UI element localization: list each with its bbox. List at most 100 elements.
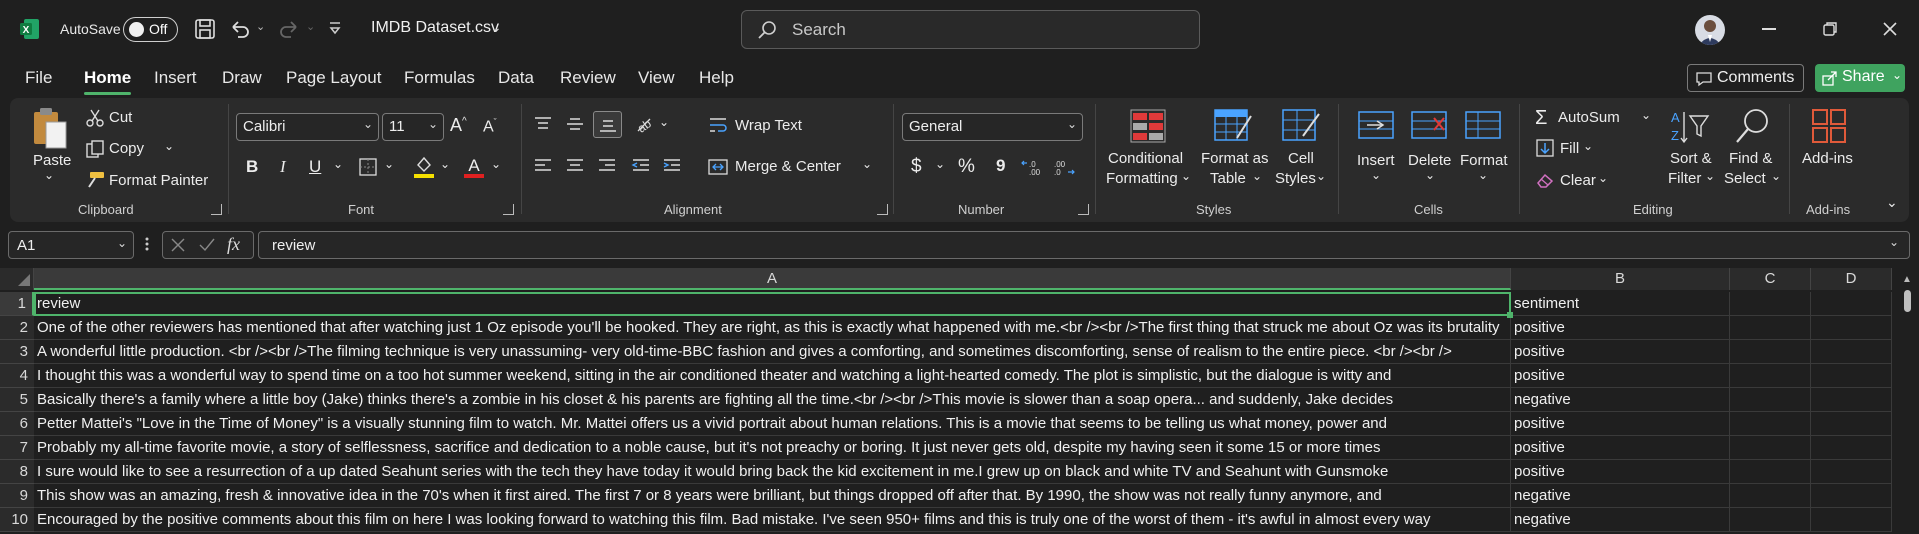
cell-a[interactable]: Probably my all-time favorite movie, a s… — [34, 436, 1511, 460]
insert-cells-dropdown-icon[interactable]: ⌄ — [1371, 168, 1381, 182]
column-header-a[interactable]: A — [34, 268, 1511, 290]
row-header[interactable]: 1 — [0, 292, 34, 316]
sort-filter-icon[interactable]: AZ — [1670, 108, 1710, 146]
expand-formula-bar-icon[interactable]: ⌄ — [1889, 235, 1899, 249]
cell-styles-label-2[interactable]: Styles — [1275, 170, 1316, 187]
scroll-up-icon[interactable]: ▲ — [1902, 274, 1912, 285]
cell-d[interactable] — [1811, 460, 1892, 484]
fill-color-dropdown-icon[interactable]: ⌄ — [440, 157, 450, 171]
find-select-label-2[interactable]: Select — [1724, 170, 1766, 187]
insert-cells-label[interactable]: Insert — [1357, 152, 1395, 169]
font-size-select[interactable]: 11 ⌄ — [382, 113, 444, 141]
format-painter-label[interactable]: Format Painter — [109, 172, 208, 189]
autosum-icon[interactable]: Σ — [1535, 107, 1547, 130]
add-ins-icon[interactable] — [1811, 108, 1847, 144]
add-ins-label[interactable]: Add-ins — [1802, 150, 1853, 167]
format-as-table-label-2[interactable]: Table — [1210, 170, 1246, 187]
formula-input[interactable]: review ⌄ — [258, 231, 1910, 259]
cell-a[interactable]: A wonderful little production. <br /><br… — [34, 340, 1511, 364]
collapse-ribbon-icon[interactable]: ⌄ — [1886, 194, 1898, 211]
align-center-icon[interactable] — [565, 157, 585, 175]
cell-d[interactable] — [1811, 364, 1892, 388]
align-right-icon[interactable] — [597, 157, 617, 175]
cell-b[interactable]: positive — [1511, 412, 1730, 436]
cell-b[interactable]: positive — [1511, 316, 1730, 340]
sort-filter-dropdown-icon[interactable]: ⌄ — [1705, 169, 1715, 183]
redo-dropdown-icon[interactable]: ⌄ — [306, 20, 315, 33]
conditional-formatting-icon[interactable] — [1129, 108, 1167, 144]
align-bottom-button[interactable] — [593, 111, 622, 138]
find-select-dropdown-icon[interactable]: ⌄ — [1771, 169, 1781, 183]
tab-page-layout[interactable]: Page Layout — [286, 68, 381, 88]
align-top-icon[interactable] — [533, 115, 553, 133]
orientation-icon[interactable]: ab — [634, 115, 654, 133]
cell-a[interactable]: I sure would like to see a resurrection … — [34, 460, 1511, 484]
column-header-d[interactable]: D — [1811, 268, 1892, 290]
comma-style-button[interactable]: 9 — [996, 156, 1005, 176]
search-box[interactable]: Search — [741, 10, 1200, 49]
tab-insert[interactable]: Insert — [154, 68, 197, 88]
cell-b[interactable]: sentiment — [1511, 292, 1730, 316]
save-icon[interactable] — [194, 18, 216, 40]
row-header[interactable]: 2 — [0, 316, 34, 340]
cancel-entry-icon[interactable] — [171, 238, 185, 252]
comments-button[interactable]: Comments — [1687, 64, 1804, 92]
row-header[interactable]: 8 — [0, 460, 34, 484]
copy-icon[interactable] — [86, 140, 106, 158]
autosum-dropdown-icon[interactable]: ⌄ — [1641, 108, 1651, 122]
format-cells-label[interactable]: Format — [1460, 152, 1508, 169]
conditional-formatting-label-2[interactable]: Formatting — [1106, 170, 1178, 187]
increase-font-size-icon[interactable]: A^ — [450, 115, 467, 136]
percent-button[interactable]: % — [958, 156, 975, 178]
share-button[interactable]: Share ⌄ — [1815, 64, 1905, 92]
cell-c[interactable] — [1730, 316, 1811, 340]
file-name-chevron-icon[interactable]: ⌄ — [490, 19, 502, 36]
row-header[interactable]: 9 — [0, 484, 34, 508]
align-middle-icon[interactable] — [565, 115, 585, 133]
cell-d[interactable] — [1811, 388, 1892, 412]
sort-filter-label-1[interactable]: Sort & — [1670, 150, 1712, 167]
cell-c[interactable] — [1730, 508, 1811, 532]
scrollbar-thumb[interactable] — [1904, 290, 1911, 312]
vertical-scrollbar[interactable]: ▲ — [1895, 268, 1919, 534]
cell-c[interactable] — [1730, 412, 1811, 436]
cell-b[interactable]: negative — [1511, 484, 1730, 508]
cell-styles-dropdown-icon[interactable]: ⌄ — [1316, 169, 1326, 183]
align-left-icon[interactable] — [533, 157, 553, 175]
row-header[interactable]: 10 — [0, 508, 34, 532]
row-header[interactable]: 4 — [0, 364, 34, 388]
fill-dropdown-icon[interactable]: ⌄ — [1583, 139, 1593, 153]
format-as-table-icon[interactable] — [1213, 108, 1253, 144]
confirm-entry-icon[interactable] — [199, 238, 215, 252]
conditional-formatting-label-1[interactable]: Conditional — [1108, 150, 1183, 167]
user-avatar[interactable] — [1695, 15, 1725, 45]
tab-review[interactable]: Review — [560, 68, 616, 88]
format-as-table-label-1[interactable]: Format as — [1201, 150, 1269, 167]
underline-button[interactable]: U — [309, 157, 321, 177]
insert-cells-icon[interactable] — [1357, 108, 1397, 144]
spreadsheet-grid[interactable]: A B C D 1 review sentiment 2 One of the othe… — [0, 268, 1919, 534]
wrap-text-icon[interactable] — [708, 115, 728, 135]
number-format-select[interactable]: General ⌄ — [902, 113, 1083, 141]
cell-d[interactable] — [1811, 340, 1892, 364]
cell-a[interactable]: One of the other reviewers has mentioned… — [34, 316, 1511, 340]
cut-label[interactable]: Cut — [109, 109, 132, 126]
paste-label[interactable]: Paste — [33, 152, 71, 169]
merge-center-icon[interactable] — [708, 157, 728, 177]
cell-a[interactable]: Basically there's a family where a littl… — [34, 388, 1511, 412]
cell-c[interactable] — [1730, 460, 1811, 484]
currency-dropdown-icon[interactable]: ⌄ — [935, 157, 945, 171]
cell-b[interactable]: negative — [1511, 388, 1730, 412]
font-launcher-icon[interactable] — [503, 204, 514, 215]
tab-data[interactable]: Data — [498, 68, 534, 88]
cell-d[interactable] — [1811, 508, 1892, 532]
cell-b[interactable]: positive — [1511, 436, 1730, 460]
close-icon[interactable] — [1882, 21, 1898, 37]
font-color-dropdown-icon[interactable]: ⌄ — [491, 157, 501, 171]
merge-center-label[interactable]: Merge & Center — [735, 158, 841, 175]
bold-button[interactable]: B — [246, 157, 258, 177]
increase-indent-icon[interactable] — [662, 157, 682, 175]
merge-center-dropdown-icon[interactable]: ⌄ — [862, 157, 872, 171]
clear-dropdown-icon[interactable]: ⌄ — [1598, 171, 1608, 185]
cell-b[interactable]: positive — [1511, 364, 1730, 388]
